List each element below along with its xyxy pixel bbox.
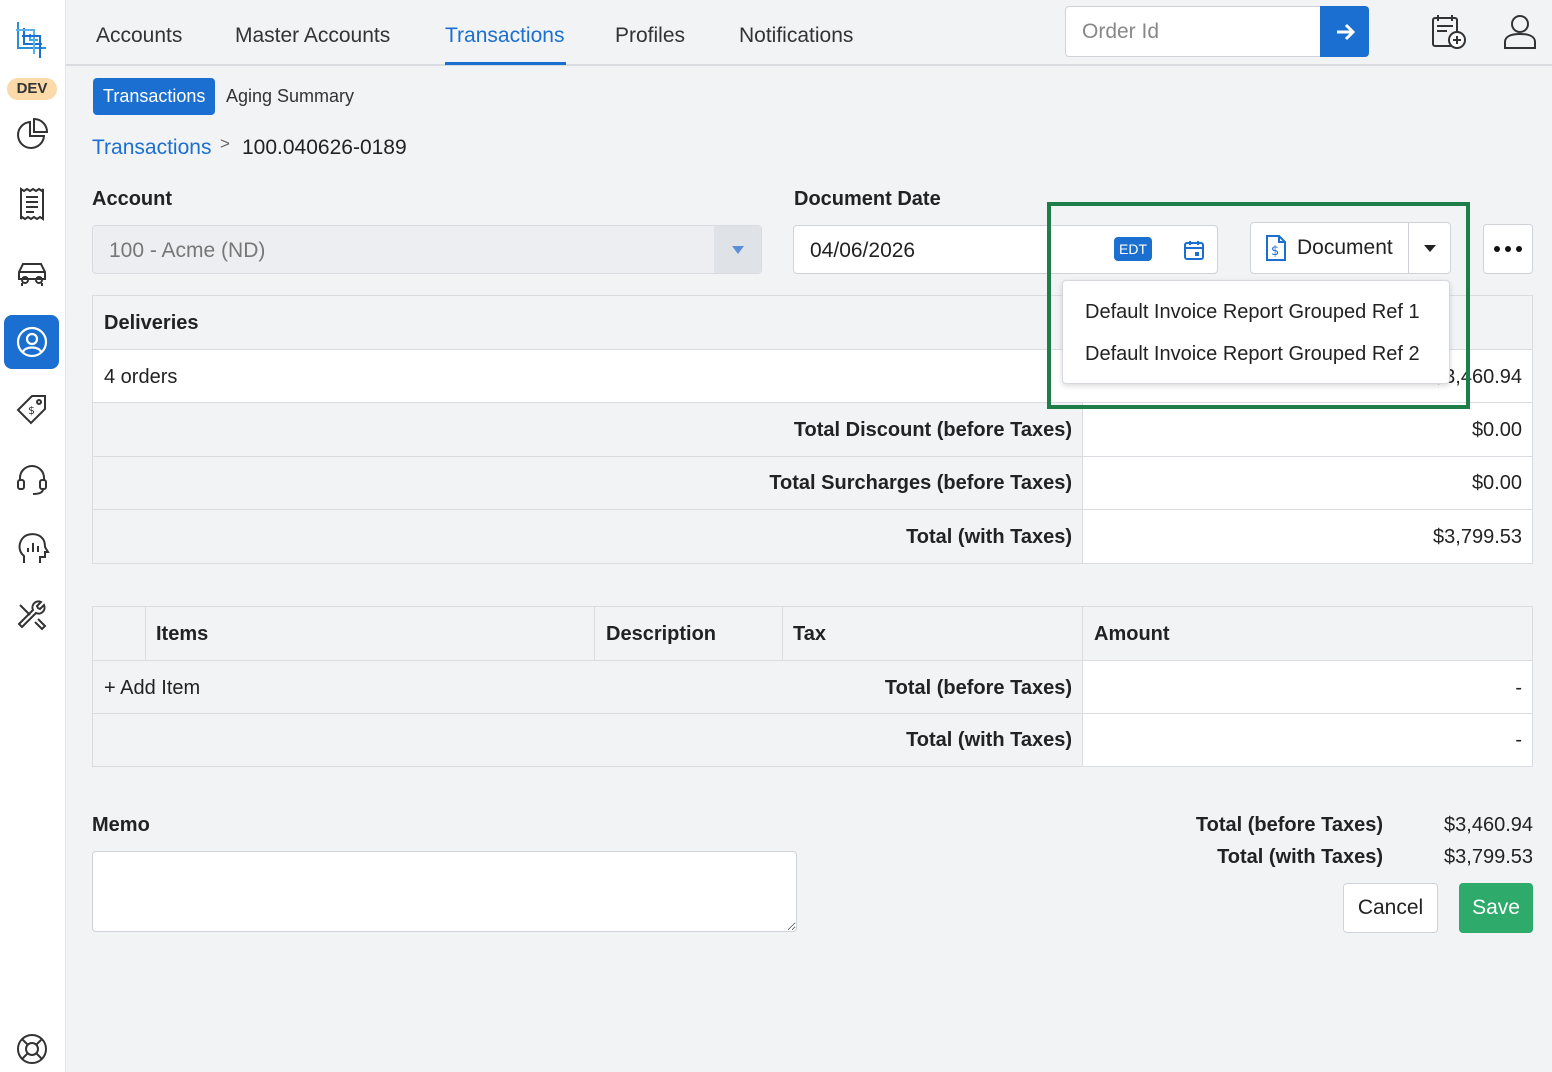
summary-with-label: Total (with Taxes): [1217, 846, 1383, 868]
summary-before-label: Total (before Taxes): [1195, 814, 1383, 836]
receipt-icon[interactable]: [4, 177, 59, 231]
memo-label: Memo: [92, 814, 150, 836]
subtab-transactions[interactable]: Transactions: [93, 78, 216, 115]
env-badge: DEV: [7, 78, 57, 100]
items-total-with-row: Total (with Taxes) -: [93, 714, 1532, 766]
column-items: Items: [156, 623, 209, 645]
more-actions-button[interactable]: [1483, 224, 1533, 274]
column-amount: Amount: [1094, 623, 1170, 645]
tab-notifications[interactable]: Notifications: [739, 24, 853, 48]
document-date-label: Document Date: [794, 188, 941, 210]
caret-down-icon: [1423, 244, 1436, 252]
document-menu-toggle[interactable]: [1408, 222, 1451, 274]
timezone-badge: EDT: [1114, 237, 1152, 261]
total-with-taxes-label: Total (with Taxes): [906, 526, 1072, 548]
new-document-icon[interactable]: [1428, 12, 1468, 52]
save-button[interactable]: Save: [1459, 883, 1533, 933]
items-header-row: Items Description Tax Amount: [93, 607, 1532, 661]
items-total-with-value: -: [1515, 729, 1522, 751]
column-description: Description: [606, 623, 717, 645]
breadcrumb-transactions[interactable]: Transactions: [92, 136, 211, 160]
headset-icon[interactable]: [4, 452, 59, 506]
items-total-before-value: -: [1515, 677, 1522, 699]
items-table: Items Description Tax Amount + Add Item …: [92, 606, 1533, 767]
total-with-taxes-value: $3,799.53: [1433, 526, 1522, 548]
total-surcharges-value: $0.00: [1471, 472, 1522, 494]
items-total-before-label: Total (before Taxes): [884, 677, 1072, 699]
tools-icon[interactable]: [4, 590, 59, 644]
lifebuoy-icon[interactable]: [4, 1022, 59, 1072]
items-total-with-label: Total (with Taxes): [906, 729, 1072, 751]
price-tag-icon[interactable]: $: [4, 383, 59, 437]
total-discount-row: Total Discount (before Taxes) $0.00: [93, 403, 1532, 457]
document-button[interactable]: $ Document: [1250, 222, 1409, 274]
total-discount-label: Total Discount (before Taxes): [793, 419, 1072, 441]
items-total-before-row: + Add Item Total (before Taxes) -: [93, 661, 1532, 714]
breadcrumb-current: 100.040626-0189: [242, 136, 407, 159]
tab-accounts[interactable]: Accounts: [96, 24, 182, 48]
svg-text:$: $: [28, 404, 35, 417]
document-button-label: Document: [1297, 236, 1393, 259]
subtab-aging-summary[interactable]: Aging Summary: [216, 78, 364, 115]
breadcrumb-separator: >: [220, 134, 230, 153]
logo-icon[interactable]: [12, 18, 54, 60]
more-dots-icon: [1494, 246, 1522, 252]
document-dropdown-menu: Default Invoice Report Grouped Ref 1 Def…: [1062, 280, 1450, 384]
summary-with-value: $3,799.53: [1444, 846, 1533, 868]
dashboard-icon[interactable]: [4, 108, 59, 162]
menu-item-report-ref-2[interactable]: Default Invoice Report Grouped Ref 2: [1085, 343, 1420, 366]
active-tab-indicator: [445, 62, 566, 65]
total-surcharges-label: Total Surcharges (before Taxes): [769, 472, 1072, 494]
menu-item-report-ref-1[interactable]: Default Invoice Report Grouped Ref 1: [1085, 301, 1420, 324]
tab-master-accounts[interactable]: Master Accounts: [235, 24, 390, 48]
memo-textarea[interactable]: [92, 851, 797, 932]
cancel-button[interactable]: Cancel: [1343, 883, 1438, 933]
summary-before-value: $3,460.94: [1444, 814, 1533, 836]
account-icon[interactable]: [4, 315, 59, 369]
account-select[interactable]: 100 - Acme (ND): [92, 225, 762, 274]
order-search-button[interactable]: [1320, 6, 1369, 57]
date-value: 04/06/2026: [810, 239, 916, 262]
tab-transactions[interactable]: Transactions: [445, 24, 564, 48]
document-dollar-icon: $: [1266, 235, 1286, 261]
add-item-link[interactable]: + Add Item: [104, 677, 200, 700]
deliveries-header: Deliveries: [104, 312, 199, 334]
analytics-head-icon[interactable]: [4, 521, 59, 575]
orders-count: 4 orders: [104, 366, 178, 388]
arrow-right-icon: [1336, 23, 1355, 40]
document-date-field[interactable]: 04/06/2026 EDT: [793, 225, 1218, 274]
total-surcharges-row: Total Surcharges (before Taxes) $0.00: [93, 457, 1532, 510]
total-discount-value: $0.00: [1471, 419, 1522, 441]
total-with-taxes-row: Total (with Taxes) $3,799.53: [93, 510, 1532, 563]
truck-icon[interactable]: [4, 246, 59, 300]
svg-text:$: $: [1271, 244, 1279, 259]
user-profile-icon[interactable]: [1500, 12, 1540, 52]
column-tax: Tax: [793, 623, 826, 645]
order-id-input[interactable]: [1065, 6, 1321, 57]
account-value: 100 - Acme (ND): [109, 239, 266, 262]
account-label: Account: [92, 188, 172, 210]
sidebar: DEV $: [0, 0, 66, 1072]
calendar-icon[interactable]: [1182, 238, 1206, 262]
chevron-down-icon[interactable]: [714, 226, 761, 273]
tab-profiles[interactable]: Profiles: [615, 24, 685, 48]
